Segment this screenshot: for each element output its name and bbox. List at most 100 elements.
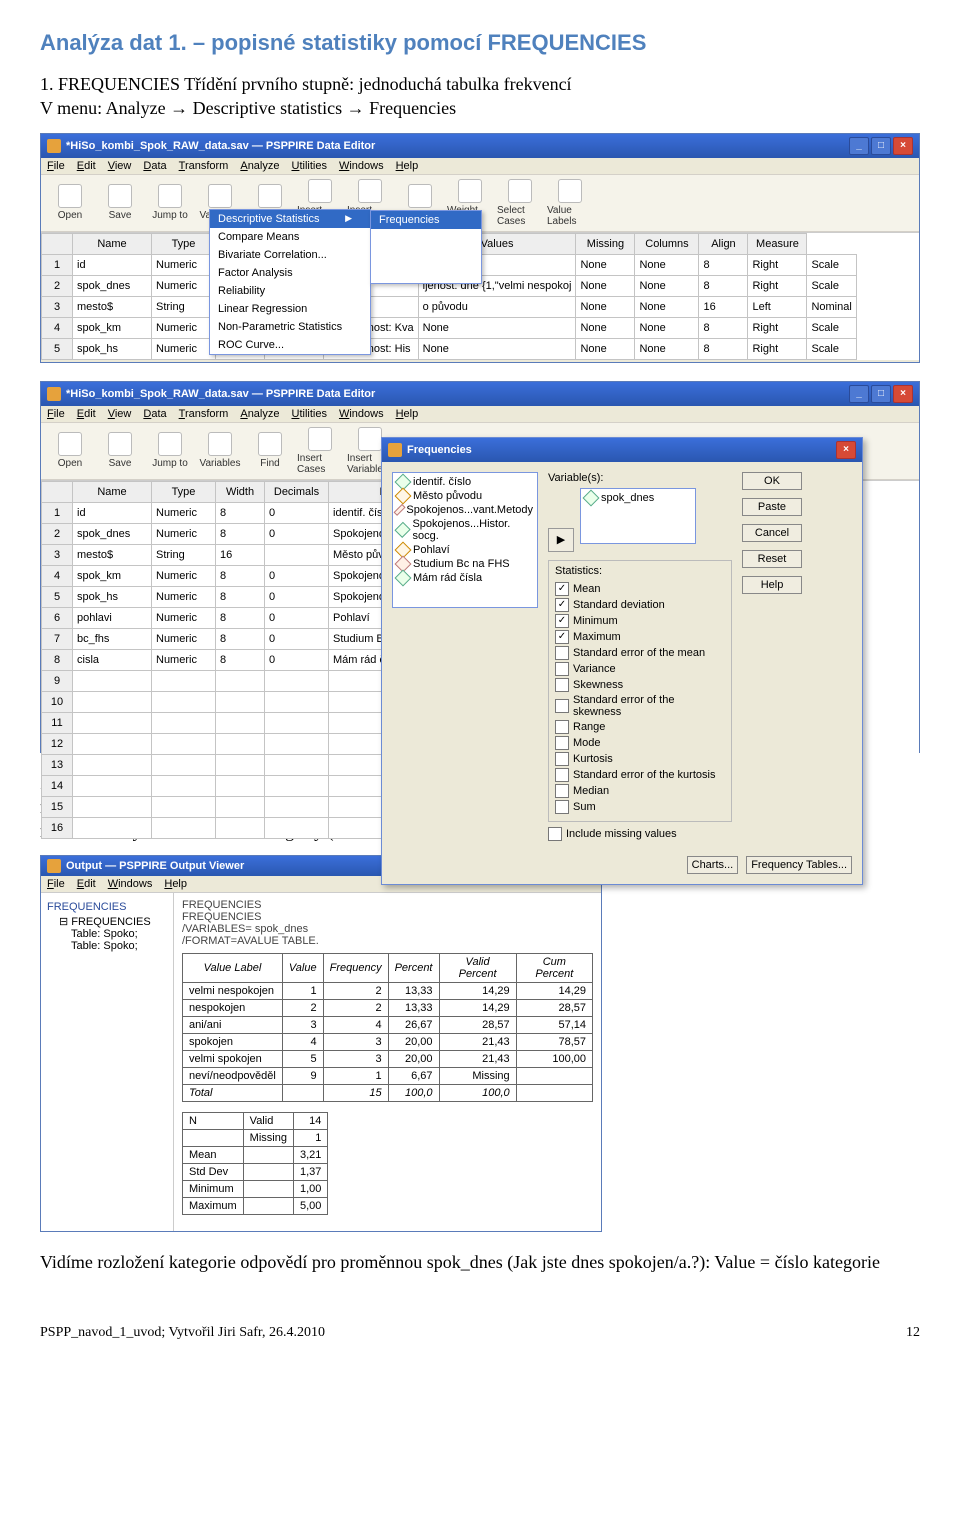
list-item[interactable]: Město původu — [395, 489, 535, 503]
menu-item-file[interactable]: File — [47, 408, 65, 420]
menu-item-transform[interactable]: Transform — [179, 408, 229, 420]
include-missing-checkbox[interactable]: Include missing values — [548, 826, 732, 842]
menubar[interactable]: File Edit View Data Transform Analyze Utilitie… — [41, 158, 919, 174]
available-variables-list[interactable]: identif. čísloMěsto původuSpokojenos...v… — [392, 472, 538, 608]
minimize-button[interactable]: _ — [849, 385, 869, 403]
ok-button[interactable]: OK — [742, 472, 802, 490]
toolbar-find[interactable]: Find — [247, 432, 293, 469]
menu-item-windows[interactable]: Windows — [339, 160, 384, 172]
stat-checkbox[interactable]: Median — [555, 783, 725, 799]
list-item[interactable]: Spokojenos...vant.Metody — [395, 503, 535, 517]
close-button[interactable]: × — [893, 385, 913, 403]
toolbar-save[interactable]: Save — [97, 432, 143, 469]
menu-item-edit[interactable]: Edit — [77, 160, 96, 172]
close-button[interactable]: × — [893, 137, 913, 155]
tree-item[interactable]: Table: Spoko; — [71, 940, 167, 952]
menu-item-view[interactable]: View — [108, 408, 132, 420]
analyze-item[interactable]: Non-Parametric Statistics — [210, 318, 370, 336]
menu-item-windows[interactable]: Windows — [108, 878, 153, 890]
move-variable-button[interactable]: ▶ — [548, 528, 574, 552]
minimize-button[interactable]: _ — [849, 137, 869, 155]
stat-checkbox[interactable]: Standard error of the skewness — [555, 693, 725, 719]
window-title-text: Output — PSPPIRE Output Viewer — [66, 860, 244, 872]
menu-item-analyze[interactable]: Analyze — [240, 160, 279, 172]
stat-checkbox[interactable]: Standard error of the kurtosis — [555, 767, 725, 783]
stat-checkbox[interactable]: ✓Standard deviation — [555, 597, 725, 613]
menu-item-file[interactable]: File — [47, 160, 65, 172]
list-item[interactable]: Spokojenos...Histor. socg. — [395, 517, 535, 543]
analyze-item[interactable]: Descriptive Statistics▶FrequenciesDescri… — [210, 210, 370, 228]
toolbar-open[interactable]: Open — [47, 432, 93, 469]
menu-item-help[interactable]: Help — [164, 878, 187, 890]
toolbar-open[interactable]: Open — [47, 184, 93, 221]
toolbar-value labels[interactable]: Value Labels — [547, 179, 593, 227]
analyze-item[interactable]: Bivariate Correlation... — [210, 246, 370, 264]
submenu-item[interactable]: Explore — [371, 247, 481, 265]
analyze-item[interactable]: Factor Analysis — [210, 264, 370, 282]
submenu-item[interactable]: Crosstabs — [371, 265, 481, 283]
list-item[interactable]: identif. číslo — [395, 475, 535, 489]
maximize-button[interactable]: □ — [871, 385, 891, 403]
analyze-item[interactable]: Reliability — [210, 282, 370, 300]
menu-item-utilities[interactable]: Utilities — [291, 408, 326, 420]
menu-item-data[interactable]: Data — [143, 408, 166, 420]
menu-item-data[interactable]: Data — [143, 160, 166, 172]
list-item[interactable]: Pohlaví — [395, 543, 535, 557]
maximize-button[interactable]: □ — [871, 137, 891, 155]
dialog-frequency table--button[interactable]: Frequency Tables... — [746, 856, 852, 874]
submenu-item[interactable]: Descriptives — [371, 229, 481, 247]
stat-checkbox[interactable]: Mode — [555, 735, 725, 751]
toolbar-save[interactable]: Save — [97, 184, 143, 221]
selected-variables-list[interactable]: spok_dnes — [580, 488, 696, 544]
toolbar-jump to[interactable]: Jump to — [147, 432, 193, 469]
tree-item[interactable]: ⊟ FREQUENCIES — [59, 915, 167, 928]
intro-paragraph: 1. FREQUENCIES Třídění prvního stupně: j… — [40, 72, 920, 121]
menu-item-edit[interactable]: Edit — [77, 408, 96, 420]
stat-checkbox[interactable]: Standard error of the mean — [555, 645, 725, 661]
menu-item-windows[interactable]: Windows — [339, 408, 384, 420]
toolbar-variables[interactable]: Variables — [197, 432, 243, 469]
stat-checkbox[interactable]: ✓Maximum — [555, 629, 725, 645]
stat-checkbox[interactable]: Skewness — [555, 677, 725, 693]
tree-root[interactable]: FREQUENCIES — [47, 899, 167, 915]
paste-button[interactable]: Paste — [742, 498, 802, 516]
toolbar-insert cases[interactable]: Insert Cases — [297, 427, 343, 475]
footer-page-number: 12 — [906, 1325, 920, 1341]
menu-item-transform[interactable]: Transform — [179, 160, 229, 172]
tree-item[interactable]: Table: Spoko; — [71, 928, 167, 940]
list-item[interactable]: Studium Bc na FHS — [395, 557, 535, 571]
stat-checkbox[interactable]: Kurtosis — [555, 751, 725, 767]
menu-item-view[interactable]: View — [108, 160, 132, 172]
cancel-button[interactable]: Cancel — [742, 524, 802, 542]
list-item[interactable]: Mám rád čísla — [395, 571, 535, 585]
menu-item-help[interactable]: Help — [396, 408, 419, 420]
dialog-chart--button[interactable]: Charts... — [687, 856, 739, 874]
help-button[interactable]: Help — [742, 576, 802, 594]
menu-item-utilities[interactable]: Utilities — [291, 160, 326, 172]
footer-source: PSPP_navod_1_uvod; Vytvořil Jiri Safr, 2… — [40, 1325, 325, 1341]
stat-checkbox[interactable]: Variance — [555, 661, 725, 677]
menubar[interactable]: File Edit View Data Transform Analyze Utilitie… — [41, 406, 919, 422]
toolbar-jump to[interactable]: Jump to — [147, 184, 193, 221]
menu-item-analyze[interactable]: Analyze — [240, 408, 279, 420]
analyze-item[interactable]: Compare Means — [210, 228, 370, 246]
dialog-close-button[interactable]: × — [836, 441, 856, 459]
window-titlebar: *HiSo_kombi_Spok_RAW_data.sav — PSPPIRE … — [41, 134, 919, 158]
reset-button[interactable]: Reset — [742, 550, 802, 568]
analyze-menu-dropdown[interactable]: Descriptive Statistics▶FrequenciesDescri… — [209, 209, 371, 355]
menu-item-file[interactable]: File — [47, 878, 65, 890]
output-tree[interactable]: FREQUENCIES ⊟ FREQUENCIESTable: Spoko;Ta… — [41, 893, 174, 1231]
stat-checkbox[interactable]: ✓Minimum — [555, 613, 725, 629]
analyze-item[interactable]: ROC Curve... — [210, 336, 370, 354]
stat-checkbox[interactable]: Range — [555, 719, 725, 735]
analyze-item[interactable]: Linear Regression — [210, 300, 370, 318]
menu-item-help[interactable]: Help — [396, 160, 419, 172]
stat-checkbox[interactable]: Sum — [555, 799, 725, 815]
submenu-item[interactable]: Frequencies — [371, 211, 481, 229]
list-item[interactable]: spok_dnes — [583, 491, 693, 505]
stat-checkbox[interactable]: ✓Mean — [555, 581, 725, 597]
toolbar-select cases[interactable]: Select Cases — [497, 179, 543, 227]
descriptive-stats-submenu[interactable]: FrequenciesDescriptivesExploreCrosstabs — [370, 210, 482, 284]
menu-item-edit[interactable]: Edit — [77, 878, 96, 890]
variables-label: Variable(s): — [548, 472, 732, 484]
